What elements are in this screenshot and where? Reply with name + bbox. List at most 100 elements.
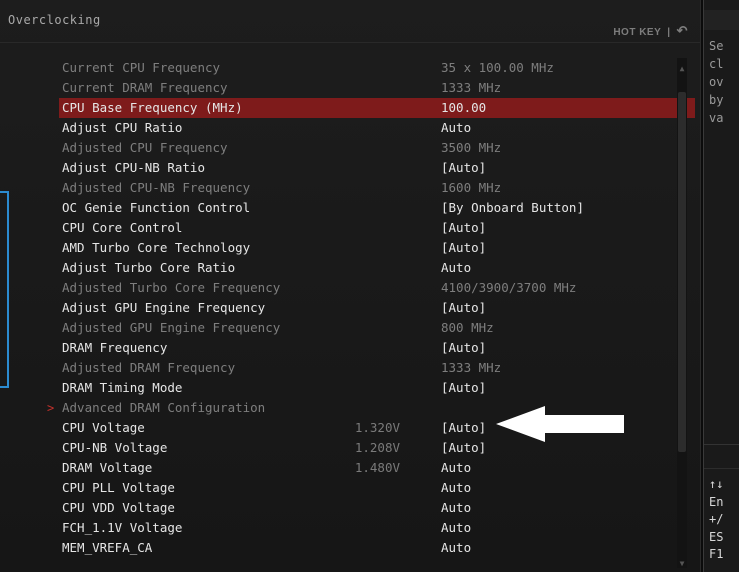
help-text-line: ov <box>709 75 724 89</box>
scroll-down-icon[interactable]: ▼ <box>677 559 687 568</box>
setting-value[interactable]: Auto <box>441 258 471 278</box>
header-divider <box>0 42 700 43</box>
hotkey-label[interactable]: HOT KEY <box>613 27 661 38</box>
setting-value[interactable]: [Auto] <box>441 438 486 458</box>
setting-label: DRAM Frequency <box>62 340 168 355</box>
help-divider <box>704 444 739 445</box>
setting-voltage-readout: 1.320V <box>354 420 400 435</box>
setting-label: CPU VDD Voltage <box>62 500 175 515</box>
help-divider-2 <box>704 468 739 469</box>
setting-label: FCH_1.1V Voltage <box>62 520 183 535</box>
setting-value[interactable]: Auto <box>441 478 471 498</box>
setting-label: DRAM Voltage <box>62 460 153 475</box>
setting-value[interactable]: Auto <box>441 538 471 558</box>
setting-value[interactable]: [Auto] <box>441 298 486 318</box>
setting-label: CPU-NB Voltage <box>62 440 168 455</box>
setting-value: 1333 MHz <box>441 80 502 95</box>
setting-value[interactable]: [By Onboard Button] <box>441 198 584 218</box>
key-legend-line: ES <box>709 529 724 544</box>
setting-label: Advanced DRAM Configuration <box>62 400 266 415</box>
setting-label: OC Genie Function Control <box>62 200 251 215</box>
setting-label: AMD Turbo Core Technology <box>62 240 251 255</box>
help-text: Se cl ov by va <box>709 37 723 127</box>
setting-voltage-readout: 1.480V <box>354 460 400 475</box>
setting-row[interactable]: CPU PLL Voltage Auto <box>0 478 670 498</box>
help-panel: Se cl ov by va ↑↓ En +/ ES F1 <box>703 0 739 572</box>
setting-row[interactable]: Current DRAM Frequency 1333 MHz <box>0 78 670 98</box>
setting-row[interactable]: DRAM Frequency [Auto] <box>0 338 670 358</box>
left-arrow-icon <box>496 406 624 442</box>
setting-value[interactable]: [Auto] <box>441 158 486 178</box>
scroll-thumb[interactable] <box>678 92 686 452</box>
setting-value[interactable]: Auto <box>441 498 471 518</box>
setting-row[interactable]: DRAM Timing Mode [Auto] <box>0 378 670 398</box>
setting-value[interactable]: 100.00 <box>441 98 486 118</box>
setting-value: 800 MHz <box>441 320 494 335</box>
setting-value[interactable]: [Auto] <box>441 378 486 398</box>
setting-row[interactable]: Adjust CPU Ratio Auto <box>0 118 670 138</box>
setting-value: 35 x 100.00 MHz <box>441 60 554 75</box>
submenu-chevron-icon: > <box>47 401 55 415</box>
setting-row[interactable]: CPU Core Control [Auto] <box>0 218 670 238</box>
overclocking-panel: Overclocking HOT KEY | ↶ Current CPU Frequ… <box>0 0 701 572</box>
setting-value[interactable]: [Auto] <box>441 218 486 238</box>
hotkey-separator: | <box>667 27 671 38</box>
scrollbar[interactable]: ▲ ▼ <box>677 58 687 568</box>
page-title: Overclocking <box>8 13 101 27</box>
setting-value[interactable]: [Auto] <box>441 418 486 438</box>
scroll-up-icon[interactable]: ▲ <box>677 64 687 73</box>
setting-row[interactable]: Adjusted GPU Engine Frequency 800 MHz <box>0 318 670 338</box>
key-legend-line: ↑↓ <box>709 477 724 491</box>
setting-label: Current CPU Frequency <box>62 60 221 75</box>
undo-icon[interactable]: ↶ <box>677 23 688 38</box>
setting-row[interactable]: Adjust CPU-NB Ratio [Auto] <box>0 158 670 178</box>
setting-value[interactable]: [Auto] <box>441 238 486 258</box>
key-legend-line: En <box>709 494 724 509</box>
setting-row[interactable]: Adjusted DRAM Frequency 1333 MHz <box>0 358 670 378</box>
help-text-line: cl <box>709 57 724 71</box>
help-text-line: Se <box>709 39 724 53</box>
setting-label: CPU PLL Voltage <box>62 480 175 495</box>
setting-row[interactable]: CPU Base Frequency (MHz) 100.00 <box>59 98 695 118</box>
setting-value: 3500 MHz <box>441 140 502 155</box>
setting-label: Adjust CPU Ratio <box>62 120 183 135</box>
setting-label: Adjust GPU Engine Frequency <box>62 300 266 315</box>
setting-row[interactable]: Current CPU Frequency 35 x 100.00 MHz <box>0 58 670 78</box>
setting-row[interactable]: Adjust Turbo Core Ratio Auto <box>0 258 670 278</box>
setting-label: DRAM Timing Mode <box>62 380 183 395</box>
setting-value[interactable]: Auto <box>441 118 471 138</box>
settings-list: Current CPU Frequency 35 x 100.00 MHz Curr… <box>0 58 695 558</box>
setting-row[interactable]: FCH_1.1V Voltage Auto <box>0 518 670 538</box>
setting-label: MEM_VREFA_CA <box>62 540 153 555</box>
setting-label: Adjust Turbo Core Ratio <box>62 260 236 275</box>
setting-value[interactable]: [Auto] <box>441 338 486 358</box>
setting-row[interactable]: Adjusted CPU-NB Frequency 1600 MHz <box>0 178 670 198</box>
setting-label: Adjust CPU-NB Ratio <box>62 160 205 175</box>
key-legend: ↑↓ En +/ ES F1 <box>709 476 723 564</box>
key-legend-line: +/ <box>709 512 724 526</box>
setting-value: 4100/3900/3700 MHz <box>441 280 577 295</box>
setting-label: Adjusted CPU-NB Frequency <box>62 180 251 195</box>
setting-row[interactable]: DRAM Voltage 1.480V Auto <box>0 458 670 478</box>
setting-row[interactable]: MEM_VREFA_CA Auto <box>0 538 670 558</box>
setting-value[interactable]: Auto <box>441 518 471 538</box>
setting-label: CPU Core Control <box>62 220 183 235</box>
setting-label: Adjusted CPU Frequency <box>62 140 228 155</box>
setting-row[interactable]: Adjusted Turbo Core Frequency 4100/3900/3… <box>0 278 670 298</box>
help-text-line: by <box>709 93 724 107</box>
setting-row[interactable]: Adjust GPU Engine Frequency [Auto] <box>0 298 670 318</box>
setting-value[interactable]: Auto <box>441 458 471 478</box>
help-header-strip <box>704 10 739 30</box>
setting-label: Adjusted DRAM Frequency <box>62 360 236 375</box>
key-legend-line: F1 <box>709 547 724 561</box>
hotkey-bar: HOT KEY | ↶ <box>613 23 688 39</box>
setting-row[interactable]: OC Genie Function Control [By Onboard But… <box>0 198 670 218</box>
setting-row[interactable]: AMD Turbo Core Technology [Auto] <box>0 238 670 258</box>
setting-row[interactable]: CPU VDD Voltage Auto <box>0 498 670 518</box>
setting-label: Current DRAM Frequency <box>62 80 228 95</box>
setting-label: CPU Base Frequency (MHz) <box>62 100 243 115</box>
setting-voltage-readout: 1.208V <box>354 440 400 455</box>
setting-label: Adjusted Turbo Core Frequency <box>62 280 281 295</box>
setting-row[interactable]: Adjusted CPU Frequency 3500 MHz <box>0 138 670 158</box>
help-text-line: va <box>709 111 724 125</box>
